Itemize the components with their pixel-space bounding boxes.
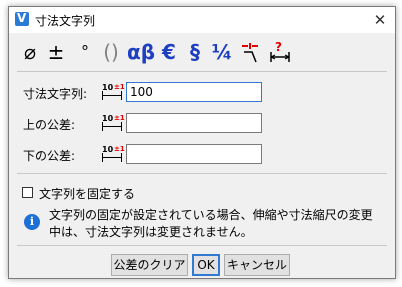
icon-tolerance: ±1 — [114, 145, 125, 153]
separator — [17, 71, 387, 72]
separator — [17, 245, 387, 246]
clear-tolerance-button[interactable]: 公差のクリア — [111, 254, 188, 276]
parentheses-button[interactable]: () — [99, 37, 123, 67]
dimension-text-input[interactable] — [126, 82, 262, 102]
svg-text:?: ? — [275, 40, 282, 54]
lower-tolerance-icon: 10 ±1 — [101, 145, 125, 164]
fix-text-label[interactable]: 文字列を固定する — [39, 185, 135, 202]
upper-tolerance-icon: 10 ±1 — [101, 114, 125, 133]
icon-number: 10 — [102, 114, 114, 123]
icon-number: 10 — [102, 83, 114, 92]
degree-button[interactable]: ° — [75, 37, 95, 67]
icon-tolerance: ±1 — [114, 114, 125, 122]
info-icon: i — [24, 214, 40, 230]
fraction-button[interactable]: ¼ — [211, 37, 233, 67]
separator — [17, 173, 387, 174]
text-position-icon[interactable] — [237, 37, 263, 67]
greek-letters-button[interactable]: αβ — [127, 37, 155, 67]
ok-button[interactable]: OK — [192, 254, 220, 276]
icon-tolerance: ±1 — [114, 83, 125, 91]
dimension-text-dialog: 寸法文字列 ✕ ⌀ ± ° () αβ € § ¼ ? 寸法文字列: 1 — [8, 6, 396, 279]
lower-tolerance-input[interactable] — [126, 144, 262, 164]
symbol-toolbar: ⌀ ± ° () αβ € § ¼ ? — [17, 37, 387, 67]
upper-tolerance-label: 上の公差: — [23, 118, 76, 132]
plus-minus-button[interactable]: ± — [45, 37, 67, 67]
info-line-1: 文字列の固定が設定されている場合、伸縮や寸法縮尺の変更 — [49, 208, 373, 222]
close-button[interactable]: ✕ — [369, 9, 391, 31]
lower-tolerance-label: 下の公差: — [23, 149, 76, 163]
dimension-text-label: 寸法文字列: — [23, 87, 88, 101]
cancel-button[interactable]: キャンセル — [224, 254, 290, 276]
dimension-value-icon: 10 ±1 — [101, 83, 125, 102]
diameter-button[interactable]: ⌀ — [19, 37, 41, 67]
info-message: 文字列の固定が設定されている場合、伸縮や寸法縮尺の変更 中は、寸法文字列は変更さ… — [49, 207, 389, 241]
euro-button[interactable]: € — [159, 37, 179, 67]
window-title: 寸法文字列 — [35, 14, 96, 28]
app-icon — [15, 11, 29, 26]
title-bar: 寸法文字列 ✕ — [9, 7, 395, 33]
info-line-2: 中は、寸法文字列は変更されません。 — [49, 225, 253, 239]
upper-tolerance-input[interactable] — [126, 113, 262, 133]
help-dimension-icon[interactable]: ? — [267, 37, 293, 67]
fix-text-checkbox[interactable] — [22, 187, 33, 198]
section-button[interactable]: § — [185, 37, 205, 67]
icon-number: 10 — [102, 145, 114, 154]
